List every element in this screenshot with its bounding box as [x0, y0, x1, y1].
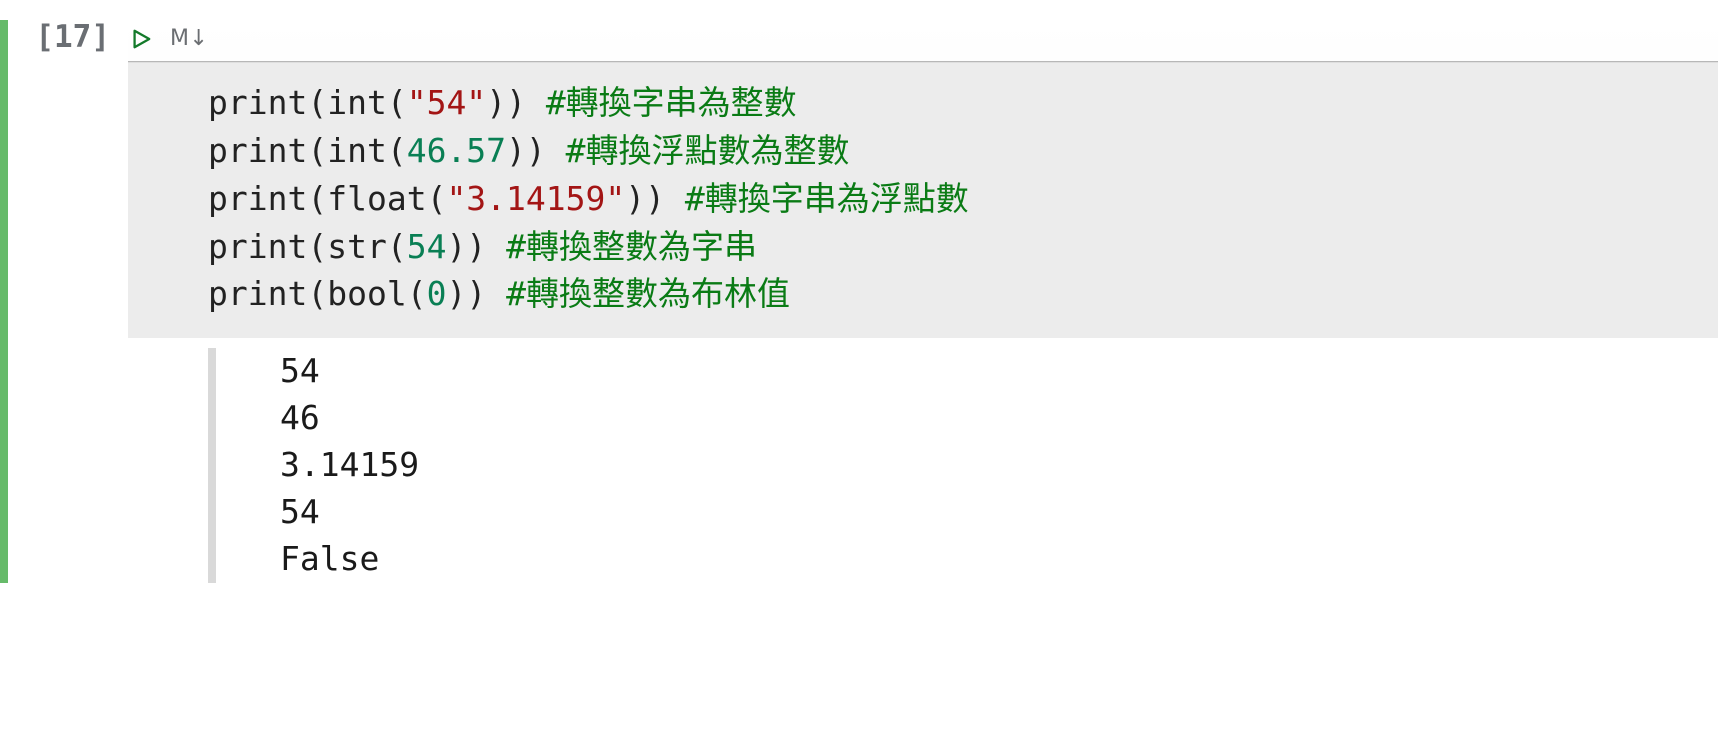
code-line: print(str(54)) #轉換整數為字串: [208, 223, 1708, 271]
code-line: print(int("54")) #轉換字串為整數: [208, 79, 1708, 127]
code-line: print(bool(0)) #轉換整數為布林值: [208, 270, 1708, 318]
output-line: 46: [280, 398, 320, 437]
output-line: 54: [280, 351, 320, 390]
output-line: False: [280, 539, 379, 578]
code-editor[interactable]: print(int("54")) #轉換字串為整數 print(int(46.5…: [128, 62, 1718, 338]
output-text: 54 46 3.14159 54 False: [216, 348, 419, 582]
output-line: 3.14159: [280, 445, 419, 484]
prompt-column: [17]: [8, 20, 128, 583]
cell-toolbar: M↓: [128, 20, 1718, 62]
code-line: print(float("3.14159")) #轉換字串為浮點數: [208, 175, 1708, 223]
markdown-toggle[interactable]: M↓: [170, 26, 208, 51]
output-status-bar: [208, 348, 216, 582]
output-line: 54: [280, 492, 320, 531]
cell-status-bar: [0, 20, 8, 583]
notebook-cell: [17] M↓ print(int("54")) #轉換字串為整數 print(…: [0, 0, 1718, 583]
run-icon[interactable]: [130, 28, 152, 50]
code-line: print(int(46.57)) #轉換浮點數為整數: [208, 127, 1708, 175]
exec-count: [17]: [8, 20, 110, 54]
cell-output: 54 46 3.14159 54 False: [128, 348, 1718, 582]
cell-main: M↓ print(int("54")) #轉換字串為整數 print(int(4…: [128, 20, 1718, 583]
